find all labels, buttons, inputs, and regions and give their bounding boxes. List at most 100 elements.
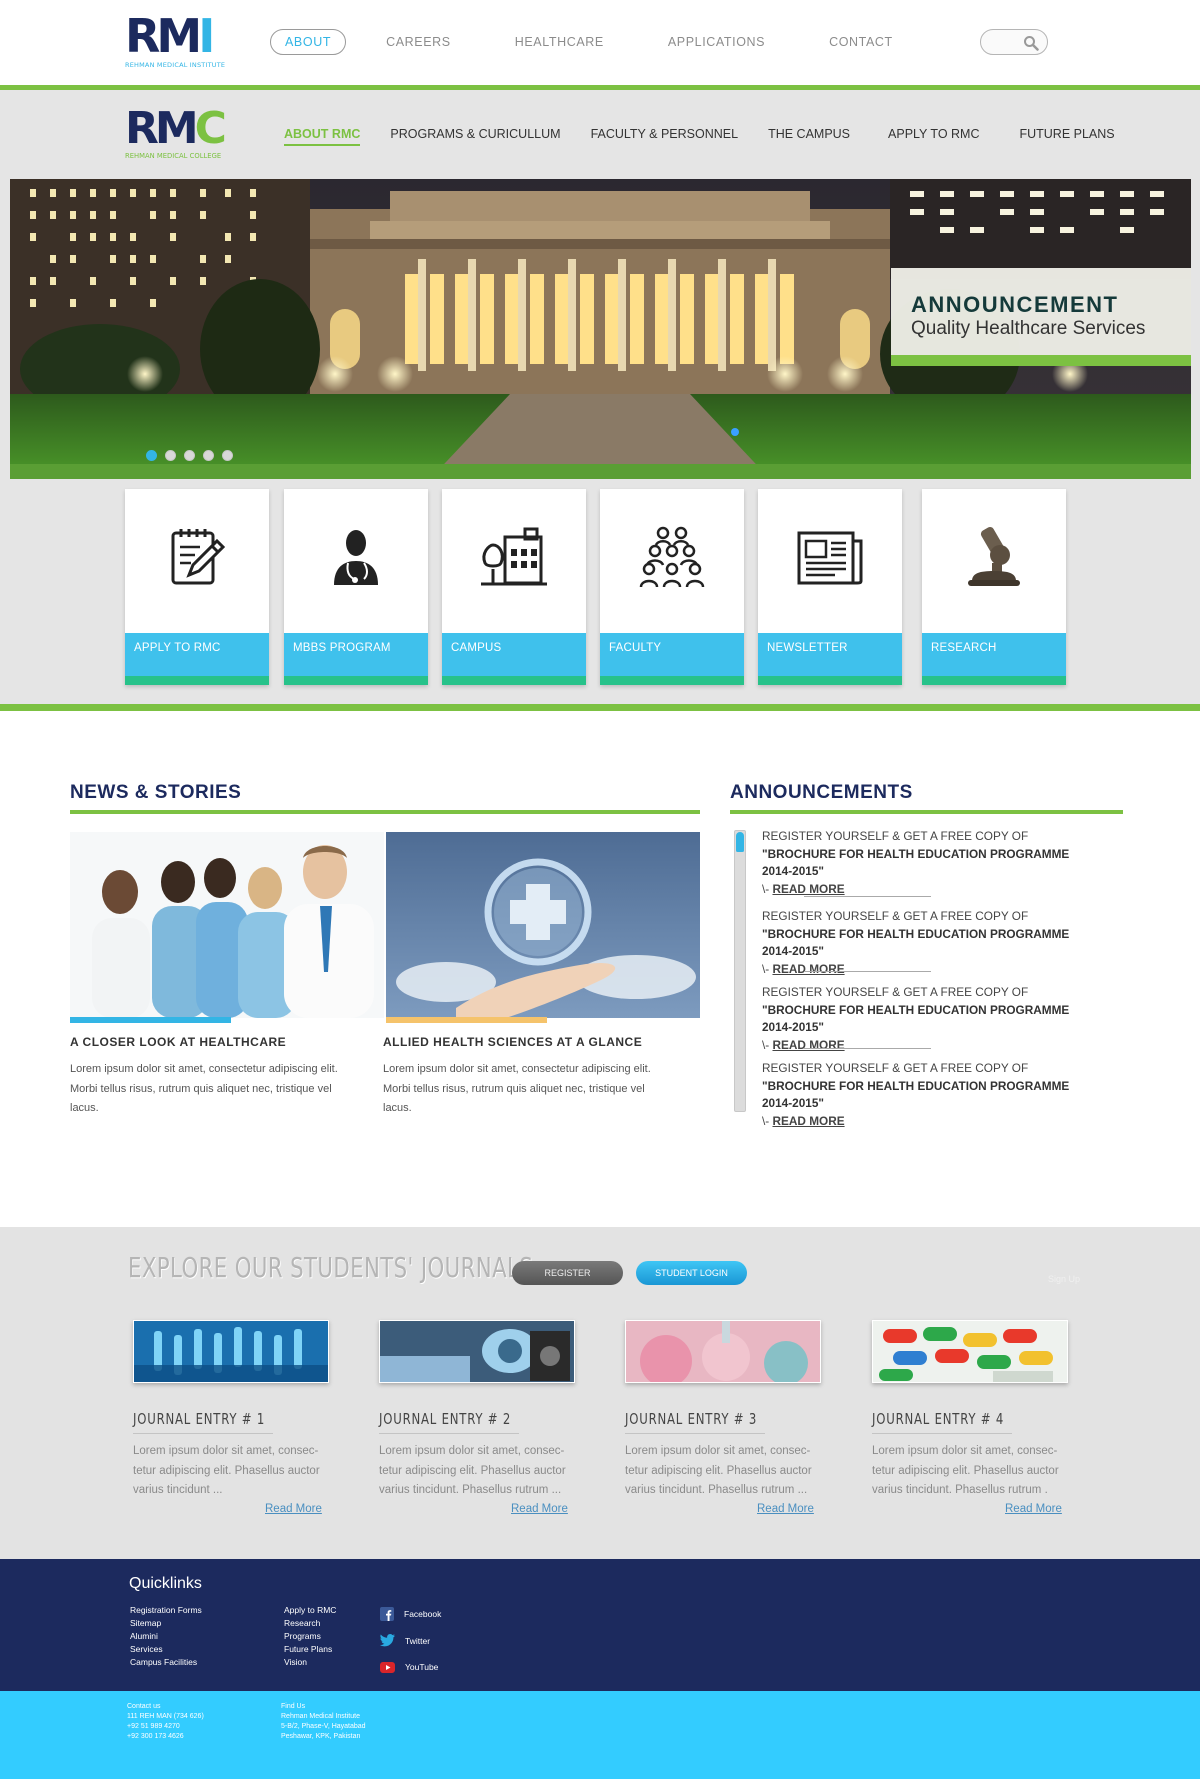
read-more-prefix: \- [762, 1113, 773, 1128]
card-label: RESEARCH [922, 633, 1066, 685]
slider-dot[interactable] [165, 450, 176, 461]
card-newsletter[interactable]: NEWSLETTER [758, 489, 902, 685]
read-more-link[interactable]: READ MORE [772, 1114, 844, 1128]
footer-link[interactable]: Future Plans [284, 1643, 336, 1656]
college-nav-campus[interactable]: THE CAMPUS [768, 127, 850, 146]
college-nav-faculty[interactable]: FACULTY & PERSONNEL [591, 127, 739, 146]
journal-excerpt: Lorem ipsum dolor sit amet, consec-tetur… [872, 1445, 1059, 1496]
social-facebook[interactable]: Facebook [380, 1601, 441, 1628]
microscope-icon [922, 525, 1066, 589]
news-image-doctors[interactable] [70, 832, 384, 1018]
journal-image-4[interactable] [872, 1320, 1068, 1383]
read-more-prefix: \- [762, 961, 773, 976]
card-label: MBBS PROGRAM [284, 633, 428, 685]
top-nav-contact[interactable]: CONTACT [815, 30, 907, 54]
journal-excerpt: Lorem ipsum dolor sit amet, consec-tetur… [133, 1445, 320, 1496]
news-image-health-hand[interactable] [386, 832, 700, 1018]
college-nav-future-plans[interactable]: FUTURE PLANS [1019, 127, 1114, 146]
footer-link[interactable]: Alumini [130, 1630, 202, 1643]
read-more-prefix: \- [762, 881, 773, 896]
footer-link[interactable]: Programs [284, 1630, 336, 1643]
scrollbar-thumb[interactable] [736, 832, 744, 852]
top-nav-healthcare[interactable]: HEALTHCARE [501, 30, 618, 54]
announcement-item: REGISTER YOURSELF & GET A FREE COPY OF "… [762, 828, 1092, 898]
journal-read-more-link[interactable]: Read More [757, 1503, 814, 1515]
rmi-logo[interactable]: RMI REHMAN MEDICAL INSTITUTE [125, 13, 235, 72]
card-research[interactable]: RESEARCH [922, 489, 1066, 685]
journal-heading[interactable]: JOURNAL ENTRY # 2 [379, 1410, 511, 1428]
announcement-text: REGISTER YOURSELF & GET A FREE COPY OF [762, 909, 1029, 923]
find-us-heading: Find Us [281, 1703, 306, 1710]
journal-read-more-link[interactable]: Read More [1005, 1503, 1062, 1515]
footer-link[interactable]: Apply to RMC [284, 1604, 336, 1617]
band-green-rule [0, 704, 1200, 711]
journal-read-more-link[interactable]: Read More [511, 1503, 568, 1515]
slider-dot[interactable] [203, 450, 214, 461]
journal-read-more-link[interactable]: Read More [265, 1503, 322, 1515]
news-accent-bar [70, 1017, 231, 1023]
announcement-text: REGISTER YOURSELF & GET A FREE COPY OF [762, 985, 1029, 999]
journal-image-1[interactable] [133, 1320, 329, 1383]
journal-heading-rule [625, 1433, 765, 1434]
footer-link[interactable]: Vision [284, 1656, 336, 1669]
rmc-logo[interactable]: RMC REHMAN MEDICAL COLLEGE [125, 107, 227, 161]
journal-image-2[interactable] [379, 1320, 575, 1383]
contact-phone[interactable]: +92 300 173 4626 [127, 1732, 204, 1742]
announcement-separator [804, 1048, 931, 1049]
hero-slider[interactable]: ANNOUNCEMENT Quality Healthcare Services [10, 179, 1191, 479]
hero-announcement-title: ANNOUNCEMENT [911, 292, 1119, 317]
college-nav-about[interactable]: ABOUT RMC [284, 127, 361, 146]
news-heading[interactable]: A CLOSER LOOK AT HEALTHCARE [70, 1035, 286, 1049]
footer-link[interactable]: Registration Forms [130, 1604, 202, 1617]
footer-link[interactable]: Research [284, 1617, 336, 1630]
slider-dot[interactable] [146, 450, 157, 461]
top-nav-careers[interactable]: CAREERS [372, 30, 465, 54]
announcement-separator [804, 896, 931, 897]
announcements-scrollbar[interactable] [734, 830, 746, 1112]
social-links: Facebook Twitter YouTube [380, 1601, 441, 1681]
sign-up-link[interactable]: Sign Up [1048, 1274, 1080, 1284]
hero-announcement-card[interactable]: ANNOUNCEMENT Quality Healthcare Services [891, 268, 1191, 366]
read-more-link[interactable]: READ MORE [772, 882, 844, 896]
college-nav-programs[interactable]: PROGRAMS & CURICULLUM [390, 127, 560, 146]
college-nav-apply[interactable]: APPLY TO RMC [888, 127, 979, 146]
slider-dot[interactable] [184, 450, 195, 461]
slider-dot[interactable] [222, 450, 233, 461]
student-login-button[interactable]: STUDENT LOGIN [636, 1261, 747, 1285]
rmi-logo-subtitle: REHMAN MEDICAL INSTITUTE [125, 61, 226, 69]
top-nav-about[interactable]: ABOUT [270, 29, 347, 55]
read-more-link[interactable]: READ MORE [772, 962, 844, 976]
announcement-text: REGISTER YOURSELF & GET A FREE COPY OF [762, 829, 1029, 843]
social-label: Twitter [405, 1635, 431, 1646]
announcement-bold-text: "BROCHURE FOR HEALTH EDUCATION PROGRAMME… [762, 1002, 1070, 1035]
top-header: RMI REHMAN MEDICAL INSTITUTE ABOUT CAREE… [0, 0, 1200, 85]
newspaper-icon [758, 525, 902, 589]
card-faculty[interactable]: FACULTY [600, 489, 744, 685]
news-heading[interactable]: ALLIED HEALTH SCIENCES AT A GLANCE [383, 1035, 642, 1049]
contact-phone[interactable]: 111 REH MAN (734 626) [127, 1712, 204, 1722]
card-apply-to-rmc[interactable]: APPLY TO RMC [125, 489, 269, 685]
register-button[interactable]: REGISTER [512, 1261, 623, 1285]
card-label: FACULTY [600, 633, 744, 685]
contact-phone[interactable]: +92 51 989 4270 [127, 1722, 204, 1732]
hero-announcement-subtitle: Quality Healthcare Services [911, 318, 1146, 339]
footer-link[interactable]: Campus Facilities [130, 1656, 202, 1669]
social-youtube[interactable]: YouTube [380, 1654, 441, 1681]
footer-link[interactable]: Sitemap [130, 1617, 202, 1630]
card-mbbs-program[interactable]: MBBS PROGRAM [284, 489, 428, 685]
quicklinks-column-1: Registration Forms Sitemap Alumini Servi… [130, 1604, 202, 1669]
footer-link[interactable]: Services [130, 1643, 202, 1656]
read-more-link[interactable]: READ MORE [772, 1038, 844, 1052]
journal-image-3[interactable] [625, 1320, 821, 1383]
announcement-bold-text: "BROCHURE FOR HEALTH EDUCATION PROGRAMME… [762, 1078, 1070, 1111]
social-twitter[interactable]: Twitter [380, 1628, 441, 1655]
contact-us-block: Contact us 111 REH MAN (734 626) +92 51 … [127, 1702, 204, 1742]
address-line: Rehman Medical Institute [281, 1713, 360, 1720]
journal-heading[interactable]: JOURNAL ENTRY # 3 [625, 1410, 757, 1428]
journal-heading[interactable]: JOURNAL ENTRY # 4 [872, 1410, 1004, 1428]
announcements-section-rule [730, 810, 1123, 814]
journal-heading[interactable]: JOURNAL ENTRY # 1 [133, 1410, 265, 1428]
search-input[interactable] [980, 29, 1048, 55]
card-campus[interactable]: CAMPUS [442, 489, 586, 685]
top-nav-applications[interactable]: APPLICATIONS [654, 30, 779, 54]
